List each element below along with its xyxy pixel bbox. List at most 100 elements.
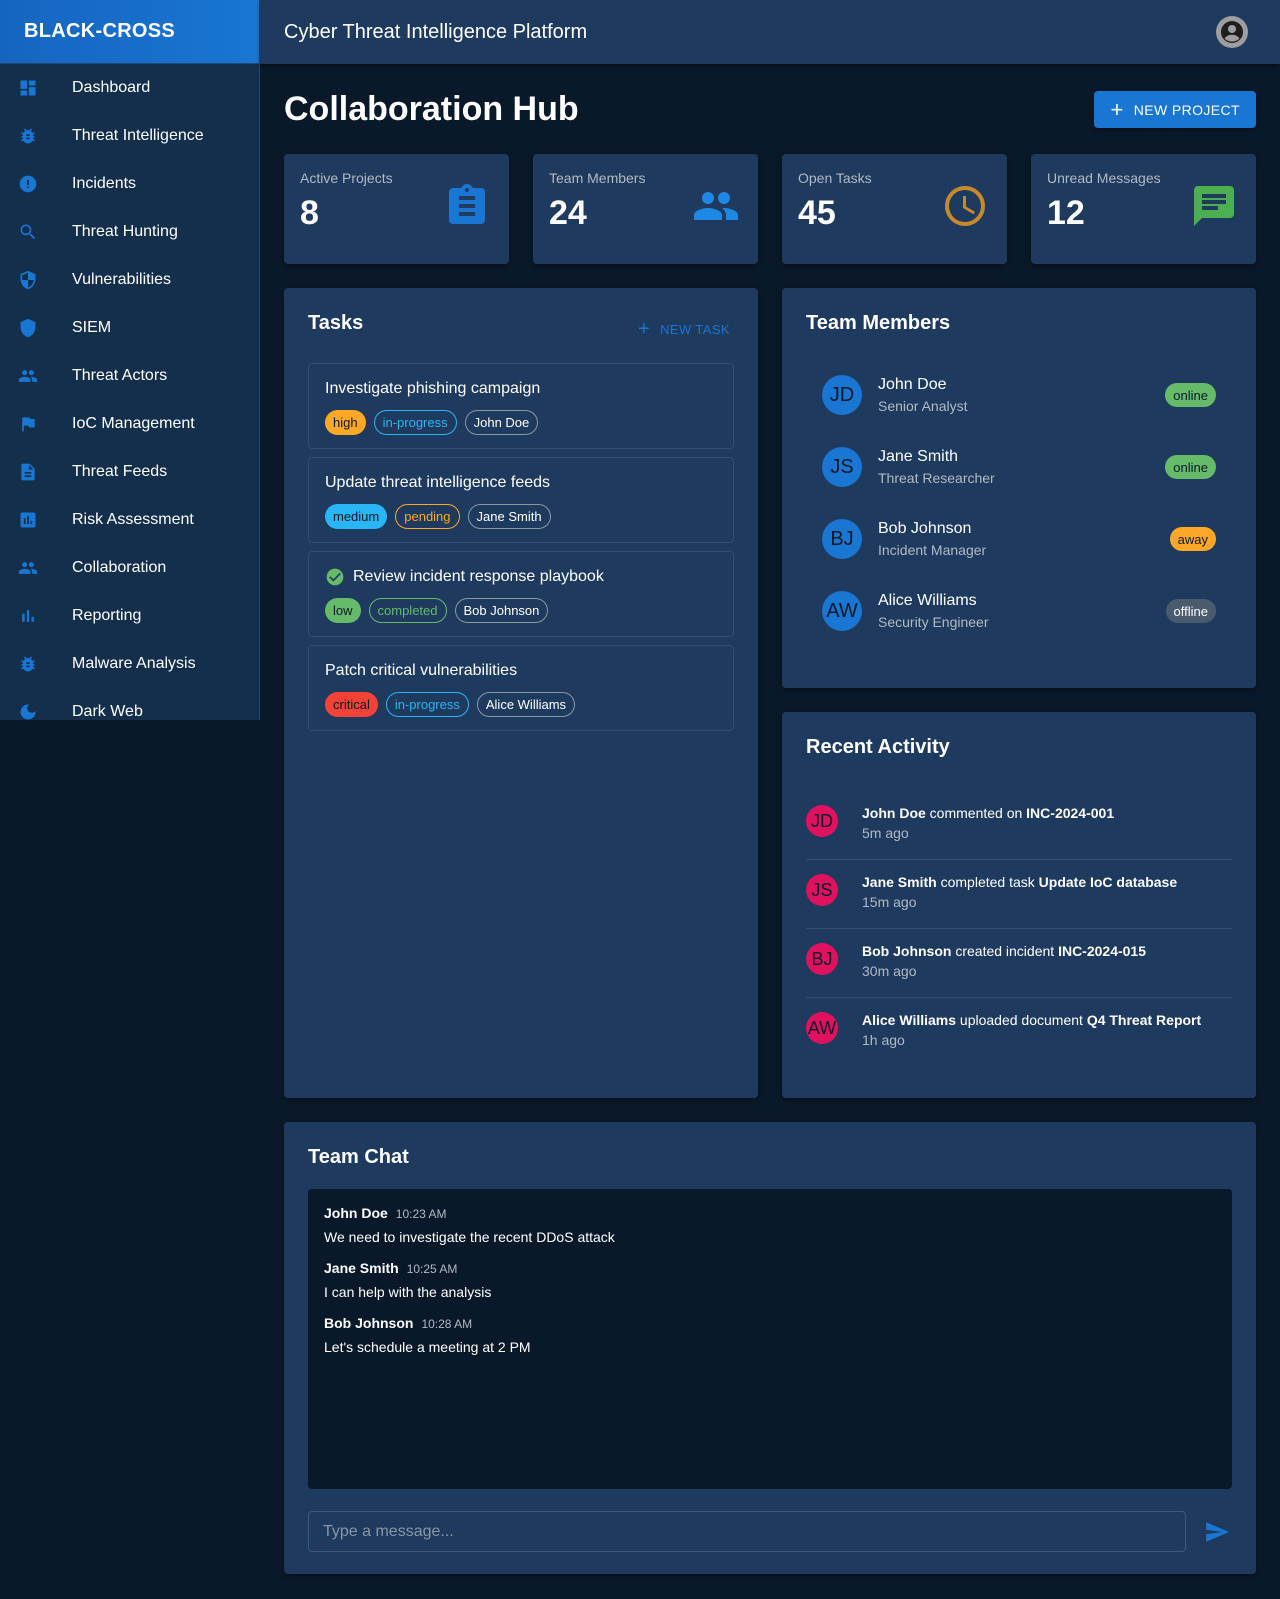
task-title: Review incident response playbook [325,566,717,588]
member-name: John Doe [878,376,947,393]
sidebar-item-incidents[interactable]: Incidents [0,160,259,208]
sidebar-item-label: Threat Intelligence [72,127,204,144]
sidebar-item-dark-web[interactable]: Dark Web [0,688,259,720]
activity-time: 5m ago [862,825,909,841]
task-item[interactable]: Update threat intelligence feeds medium pe… [308,457,734,543]
sidebar-item-siem[interactable]: SIEM [0,304,259,352]
flag-icon [18,414,38,434]
sidebar-item-label: Dashboard [72,79,151,96]
chat-input-row [308,1511,1232,1552]
assignee-chip: John Doe [464,410,539,435]
activity-line: Jane Smith completed task Update IoC dat… [862,872,1177,892]
account-icon[interactable] [1216,16,1248,48]
tasks-card: Tasks + NEW TASK Investigate phishing ca… [284,288,758,1098]
activity-line: John Doe commented on INC-2024-001 [862,803,1114,823]
activity-item: JD John Doe commented on INC-2024-001 5m a… [806,791,1232,860]
member-text: Bob Johnson Incident Manager [878,520,986,558]
activity-text: Jane Smith completed task Update IoC dat… [862,872,1177,912]
task-title-text: Review incident response playbook [353,568,604,585]
sidebar-item-vulnerabilities[interactable]: Vulnerabilities [0,256,259,304]
activity-time: 15m ago [862,894,917,910]
activity-target[interactable]: INC-2024-015 [1058,943,1146,959]
new-task-button[interactable]: + NEW TASK [638,318,730,341]
member-name: Bob Johnson [878,520,972,537]
activity-target[interactable]: INC-2024-001 [1026,805,1114,821]
clock-icon [941,182,989,230]
brand-logo[interactable]: BLACK-CROSS [0,0,259,64]
new-project-label: NEW PROJECT [1133,101,1240,118]
assignee-chip: Jane Smith [467,504,551,529]
activity-user: Jane Smith [862,874,937,890]
stats-row: Active Projects 8 Team Members 24 Open Tasks… [284,154,1256,264]
activity-action: completed task [940,874,1035,890]
priority-chip: critical [325,692,378,717]
sidebar-item-dashboard[interactable]: Dashboard [0,64,259,112]
group-icon [692,182,740,230]
sidebar-item-label: Reporting [72,607,142,624]
status-chip: in-progress [373,410,457,435]
chat-messages[interactable]: John Doe 10:23 AM We need to investigate t… [308,1189,1232,1489]
avatar: BJ [822,519,862,559]
assignee-chip: Bob Johnson [454,598,549,623]
activity-target[interactable]: Update IoC database [1039,874,1177,890]
activity-item: JS Jane Smith completed task Update IoC d… [806,860,1232,929]
activity-text: Alice Williams uploaded document Q4 Thre… [862,1010,1201,1050]
sidebar-item-reporting[interactable]: Reporting [0,592,259,640]
chat-message-user: Bob Johnson [324,1315,414,1331]
member-text: Jane Smith Threat Researcher [878,448,995,486]
send-icon[interactable] [1204,1519,1230,1545]
activity-target[interactable]: Q4 Threat Report [1087,1012,1201,1028]
task-item[interactable]: Patch critical vulnerabilities critical in… [308,645,734,731]
chat-message-text: Let's schedule a meeting at 2 PM [324,1339,531,1355]
sidebar-item-threat-actors[interactable]: Threat Actors [0,352,259,400]
team-member-item[interactable]: JS Jane Smith Threat Researcher online [806,431,1232,503]
sidebar-nav: Dashboard Threat Intelligence Incidents Thr… [0,64,259,720]
sidebar-item-threat-intelligence[interactable]: Threat Intelligence [0,112,259,160]
chat-message: Jane Smith 10:25 AM I can help with the an… [324,1260,1216,1300]
team-member-item[interactable]: AW Alice Williams Security Engineer offline [806,575,1232,647]
task-item[interactable]: Review incident response playbook low comp… [308,551,734,637]
activity-text: Bob Johnson created incident INC-2024-01… [862,941,1146,981]
assignee-chip: Alice Williams [476,692,576,717]
sidebar-item-label: Incidents [72,175,137,192]
team-chat-title: Team Chat [308,1146,409,1168]
sidebar-item-threat-feeds[interactable]: Threat Feeds [0,448,259,496]
status-chip: in-progress [385,692,469,717]
activity-user: Bob Johnson [862,943,952,959]
chat-message: John Doe 10:23 AM We need to investigate t… [324,1205,1216,1245]
sidebar-item-ioc-management[interactable]: IoC Management [0,400,259,448]
task-item[interactable]: Investigate phishing campaign high in-prog… [308,363,734,449]
alert-icon [18,174,38,194]
team-member-item[interactable]: JD John Doe Senior Analyst online [806,359,1232,431]
activity-action: commented on [929,805,1023,821]
activity-line: Bob Johnson created incident INC-2024-01… [862,941,1146,961]
activity-list: JD John Doe commented on INC-2024-001 5m a… [806,791,1232,1067]
chat-message-text: We need to investigate the recent DDoS a… [324,1229,615,1245]
member-role: Incident Manager [878,542,987,558]
sidebar-item-malware-analysis[interactable]: Malware Analysis [0,640,259,688]
check-circle-icon [325,567,345,587]
member-name: Jane Smith [878,448,959,465]
priority-chip: low [325,598,361,623]
activity-line: Alice Williams uploaded document Q4 Thre… [862,1010,1201,1030]
new-project-button[interactable]: + NEW PROJECT [1094,91,1256,128]
avatar: BJ [806,943,838,975]
shield-icon [18,318,38,338]
activity-user: John Doe [862,805,926,821]
team-members-title: Team Members [806,312,951,334]
chat-message-time: 10:25 AM [406,1262,458,1276]
avatar: AW [822,591,862,631]
sidebar-item-label: Threat Actors [72,367,168,384]
team-chat-card: Team Chat John Doe 10:23 AM We need to inv… [284,1122,1256,1574]
assessment-icon [18,510,38,530]
sidebar-item-risk-assessment[interactable]: Risk Assessment [0,496,259,544]
sidebar-item-threat-hunting[interactable]: Threat Hunting [0,208,259,256]
avatar: AW [806,1012,838,1044]
chat-message-input[interactable] [308,1511,1186,1552]
member-text: John Doe Senior Analyst [878,376,968,414]
shield-half-icon [18,270,38,290]
search-icon [18,222,38,242]
team-member-item[interactable]: BJ Bob Johnson Incident Manager away [806,503,1232,575]
message-icon [1190,182,1238,230]
sidebar-item-collaboration[interactable]: Collaboration [0,544,259,592]
